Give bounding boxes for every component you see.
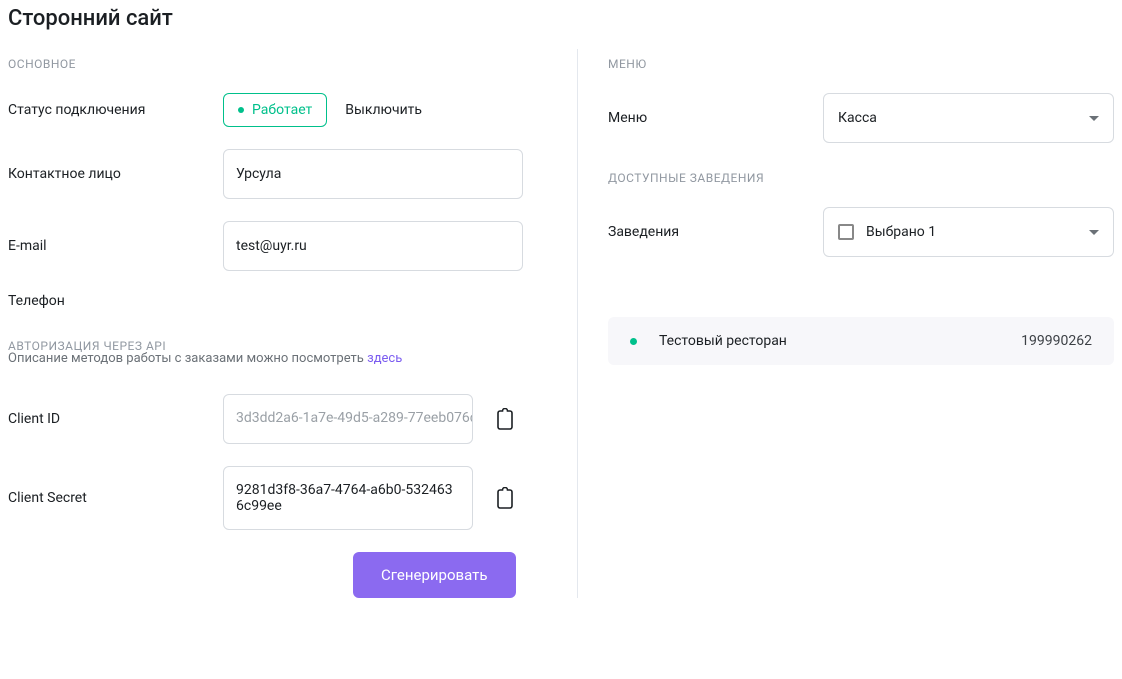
email-label: E-mail — [8, 238, 223, 254]
clipboard-icon — [496, 487, 514, 509]
status-dot-icon — [238, 107, 244, 113]
page-title: Сторонний сайт — [8, 6, 1114, 31]
copy-client-id-button[interactable] — [491, 405, 519, 433]
client-secret-label: Client Secret — [8, 490, 223, 506]
contact-input[interactable] — [223, 149, 523, 199]
section-heading-venues: ДОСТУПНЫЕ ЗАВЕДЕНИЯ — [608, 171, 1114, 185]
venue-name: Тестовый ресторан — [659, 333, 999, 349]
api-description: Описание методов работы с заказами можно… — [8, 351, 547, 366]
menu-select-value: Касса — [838, 110, 877, 126]
status-badge: Работает — [223, 93, 327, 127]
client-id-value: 3d3dd2a6-1a7e-49d5-a289-77eeb076d — [223, 394, 473, 444]
status-label: Статус подключения — [8, 102, 223, 118]
phone-label: Телефон — [8, 293, 223, 309]
venue-row[interactable]: Тестовый ресторан 199990262 — [608, 317, 1114, 365]
section-heading-menu: МЕНЮ — [608, 57, 1114, 71]
email-input[interactable] — [223, 221, 523, 271]
status-badge-text: Работает — [252, 102, 312, 118]
venues-label: Заведения — [608, 224, 823, 240]
generate-button[interactable]: Сгенерировать — [353, 552, 516, 598]
venues-select[interactable]: Выбрано 1 — [823, 207, 1114, 257]
chevron-down-icon — [1089, 116, 1099, 121]
menu-label: Меню — [608, 110, 823, 126]
section-heading-main: ОСНОВНОЕ — [8, 57, 547, 71]
venue-id: 199990262 — [1021, 333, 1092, 349]
api-description-link[interactable]: здесь — [367, 351, 402, 366]
chevron-down-icon — [1089, 230, 1099, 235]
turn-off-button[interactable]: Выключить — [345, 102, 422, 118]
clipboard-icon — [496, 408, 514, 430]
menu-select[interactable]: Касса — [823, 93, 1114, 143]
contact-label: Контактное лицо — [8, 166, 223, 182]
client-secret-value: 9281d3f8-36a7-4764-a6b0-5324636c99ee — [223, 466, 473, 530]
checkbox-icon — [838, 224, 854, 240]
venues-select-value: Выбрано 1 — [866, 224, 936, 240]
client-id-label: Client ID — [8, 411, 223, 427]
api-description-text: Описание методов работы с заказами можно… — [8, 351, 367, 366]
copy-client-secret-button[interactable] — [491, 484, 519, 512]
status-dot-icon — [630, 338, 637, 345]
